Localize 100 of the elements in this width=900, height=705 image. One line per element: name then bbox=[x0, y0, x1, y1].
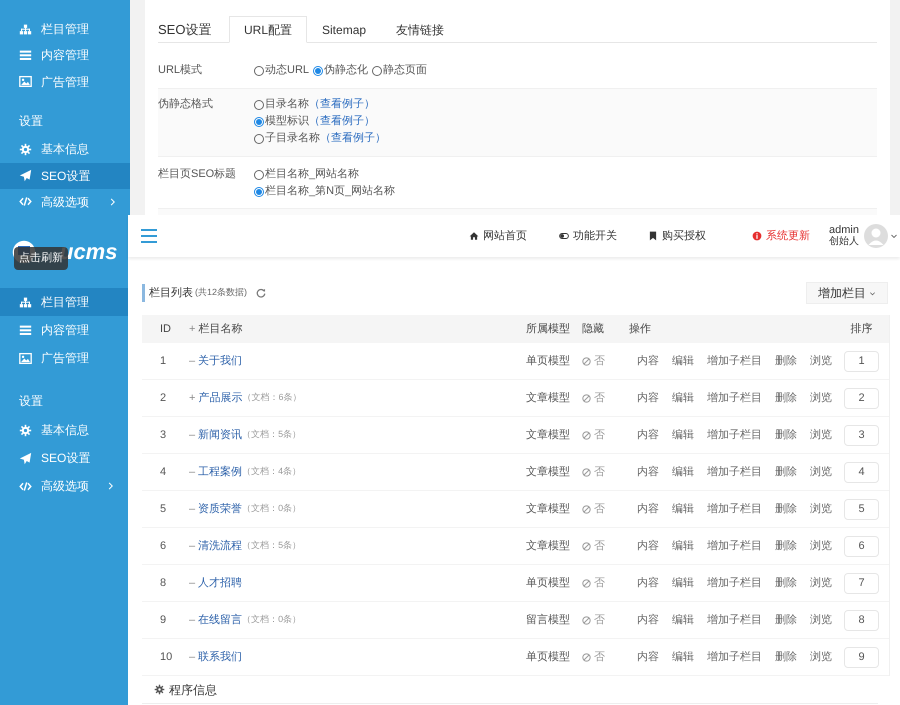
nav-link[interactable]: 功能开关 bbox=[559, 228, 617, 244]
column-name-link[interactable]: 人才招聘 bbox=[198, 574, 242, 592]
sidebar-item[interactable]: 广告管理 bbox=[0, 68, 130, 95]
action-link[interactable]: 删除 bbox=[775, 390, 797, 406]
column-name-link[interactable]: 联系我们 bbox=[198, 648, 242, 666]
action-link[interactable]: 内容 bbox=[637, 648, 659, 666]
action-link[interactable]: 内容 bbox=[637, 390, 659, 406]
sidebar-item[interactable]: 基本信息 bbox=[0, 136, 130, 163]
example-link[interactable]: （查看例子） bbox=[309, 113, 375, 130]
expand-toggle[interactable]: + bbox=[189, 320, 196, 338]
action-link[interactable]: 删除 bbox=[775, 574, 797, 592]
action-link[interactable]: 增加子栏目 bbox=[707, 500, 762, 518]
nav-link[interactable]: 系统更新 bbox=[752, 228, 810, 244]
action-link[interactable]: 编辑 bbox=[672, 538, 694, 554]
action-link[interactable]: 删除 bbox=[775, 464, 797, 480]
action-link[interactable]: 内容 bbox=[637, 574, 659, 592]
action-link[interactable]: 编辑 bbox=[672, 648, 694, 666]
example-link[interactable]: （查看例子） bbox=[309, 96, 375, 113]
sidebar-item[interactable]: SEO设置 bbox=[0, 162, 130, 189]
action-link[interactable]: 浏览 bbox=[810, 390, 832, 406]
action-link[interactable]: 增加子栏目 bbox=[707, 648, 762, 666]
menu-button[interactable] bbox=[141, 229, 157, 243]
action-link[interactable]: 删除 bbox=[775, 538, 797, 554]
expand-toggle[interactable]: – bbox=[189, 426, 196, 444]
radio-option[interactable]: 伪静态化 bbox=[313, 62, 368, 79]
action-link[interactable]: 浏览 bbox=[810, 538, 832, 554]
column-name-link[interactable]: 清洗流程 bbox=[198, 538, 242, 554]
example-link[interactable]: （查看例子） bbox=[320, 130, 386, 147]
tab[interactable]: 友情链接 bbox=[381, 16, 460, 43]
radio-option[interactable]: 栏目名称_网站名称 bbox=[254, 166, 360, 183]
radio-option[interactable]: 目录名称 bbox=[254, 96, 309, 113]
sidebar-item[interactable]: 广告管理 bbox=[0, 344, 128, 372]
sidebar-item[interactable]: SEO设置 bbox=[0, 444, 128, 472]
action-link[interactable]: 增加子栏目 bbox=[707, 352, 762, 370]
action-link[interactable]: 编辑 bbox=[672, 500, 694, 518]
action-link[interactable]: 浏览 bbox=[810, 500, 832, 518]
action-link[interactable]: 增加子栏目 bbox=[707, 390, 762, 406]
action-link[interactable]: 浏览 bbox=[810, 574, 832, 592]
action-link[interactable]: 删除 bbox=[775, 426, 797, 444]
column-name-link[interactable]: 资质荣誉 bbox=[198, 500, 242, 518]
action-link[interactable]: 编辑 bbox=[672, 390, 694, 406]
action-link[interactable]: 增加子栏目 bbox=[707, 538, 762, 554]
column-name-link[interactable]: 工程案例 bbox=[198, 464, 242, 480]
action-link[interactable]: 浏览 bbox=[810, 648, 832, 666]
action-link[interactable]: 编辑 bbox=[672, 464, 694, 480]
sort-input[interactable]: 9 bbox=[844, 646, 879, 668]
action-link[interactable]: 内容 bbox=[637, 426, 659, 444]
sort-input[interactable]: 5 bbox=[844, 498, 879, 520]
sort-input[interactable]: 8 bbox=[844, 610, 879, 630]
sidebar-item[interactable]: 栏目管理 bbox=[0, 288, 128, 316]
action-link[interactable]: 增加子栏目 bbox=[707, 612, 762, 628]
expand-toggle[interactable]: – bbox=[189, 648, 196, 666]
sort-input[interactable]: 7 bbox=[844, 572, 879, 594]
sidebar-item[interactable]: 高级选项 bbox=[0, 188, 130, 215]
action-link[interactable]: 内容 bbox=[637, 500, 659, 518]
action-link[interactable]: 编辑 bbox=[672, 574, 694, 592]
action-link[interactable]: 编辑 bbox=[672, 426, 694, 444]
action-link[interactable]: 增加子栏目 bbox=[707, 426, 762, 444]
sort-input[interactable]: 3 bbox=[844, 424, 879, 446]
action-link[interactable]: 增加子栏目 bbox=[707, 574, 762, 592]
tab[interactable]: Sitemap bbox=[307, 16, 382, 43]
sidebar-item[interactable]: 基本信息 bbox=[0, 416, 128, 444]
radio-option[interactable]: 模型标识 bbox=[254, 113, 309, 130]
action-link[interactable]: 浏览 bbox=[810, 612, 832, 628]
action-link[interactable]: 浏览 bbox=[810, 464, 832, 480]
expand-toggle[interactable]: – bbox=[189, 464, 196, 480]
radio-option[interactable]: 静态页面 bbox=[372, 62, 428, 79]
action-link[interactable]: 增加子栏目 bbox=[707, 464, 762, 480]
expand-toggle[interactable]: – bbox=[189, 500, 196, 518]
action-link[interactable]: 删除 bbox=[775, 352, 797, 370]
action-link[interactable]: 浏览 bbox=[810, 352, 832, 370]
column-name-link[interactable]: 关于我们 bbox=[198, 352, 242, 370]
expand-toggle[interactable]: – bbox=[189, 574, 196, 592]
action-link[interactable]: 浏览 bbox=[810, 426, 832, 444]
sidebar-item[interactable]: 内容管理 bbox=[0, 316, 128, 344]
expand-toggle[interactable]: – bbox=[189, 538, 196, 554]
column-name-link[interactable]: 新闻资讯 bbox=[198, 426, 242, 444]
action-link[interactable]: 编辑 bbox=[672, 612, 694, 628]
sort-input[interactable]: 1 bbox=[844, 350, 879, 372]
action-link[interactable]: 内容 bbox=[637, 464, 659, 480]
action-link[interactable]: 删除 bbox=[775, 612, 797, 628]
sort-input[interactable]: 6 bbox=[844, 536, 879, 556]
sidebar-item[interactable]: 高级选项 bbox=[0, 472, 128, 500]
expand-toggle[interactable]: + bbox=[189, 390, 196, 406]
column-name-link[interactable]: 在线留言 bbox=[198, 612, 242, 628]
add-column-button[interactable]: 增加栏目 bbox=[806, 282, 888, 304]
radio-option[interactable]: 栏目名称_第N页_网站名称 bbox=[254, 183, 396, 200]
column-name-link[interactable]: 产品展示 bbox=[198, 390, 242, 406]
nav-link[interactable]: 网站首页 bbox=[469, 228, 527, 244]
nav-link[interactable]: 购买授权 bbox=[648, 228, 706, 244]
expand-toggle[interactable]: – bbox=[189, 612, 196, 628]
radio-option[interactable]: 子目录名称 bbox=[254, 130, 320, 147]
action-link[interactable]: 内容 bbox=[637, 612, 659, 628]
action-link[interactable]: 内容 bbox=[637, 538, 659, 554]
expand-toggle[interactable]: – bbox=[189, 352, 196, 370]
sort-input[interactable]: 4 bbox=[844, 462, 879, 482]
tab[interactable]: URL配置 bbox=[229, 16, 308, 43]
action-link[interactable]: 删除 bbox=[775, 648, 797, 666]
sidebar-item[interactable]: 内容管理 bbox=[0, 42, 130, 68]
sort-input[interactable]: 2 bbox=[844, 388, 879, 408]
